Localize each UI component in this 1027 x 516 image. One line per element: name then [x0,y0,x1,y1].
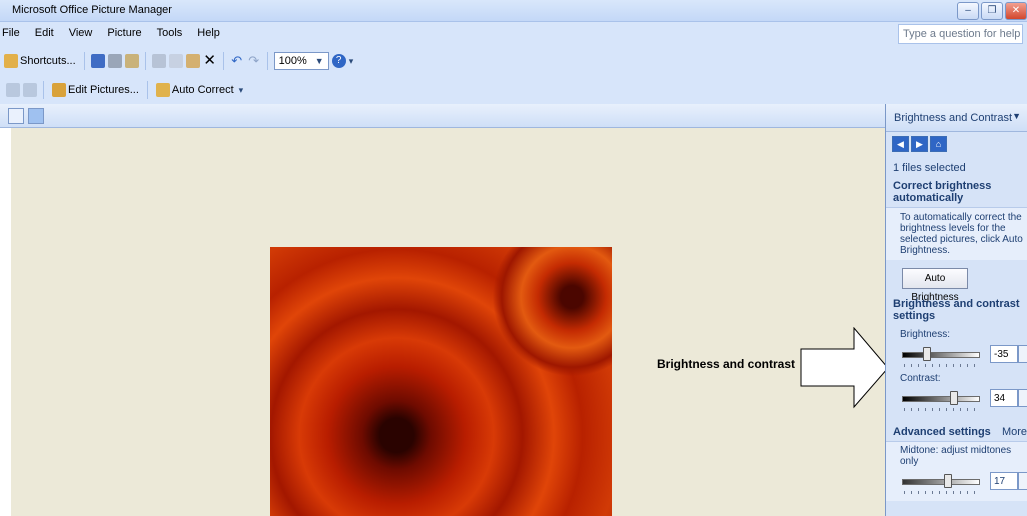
email-icon[interactable] [124,54,139,68]
flower-photo[interactable] [270,247,612,516]
menu-bar: File Edit View Picture Tools Help Type a… [0,22,1027,46]
menu-view[interactable]: View [61,27,100,39]
chevron-down-icon[interactable]: ▼ [1012,111,1021,121]
midtone-spinner[interactable] [1018,472,1027,490]
toolbar-separator [43,81,44,99]
single-picture-view-icon[interactable] [28,107,44,124]
zoom-value: 100% [278,55,307,67]
midtone-box: Midtone: adjust midtones only 17 [886,441,1027,501]
settings-heading: Brightness and contrast settings [893,298,1020,322]
window-controls: – ❐ ✕ [957,2,1027,20]
brightness-value[interactable]: -35 [990,345,1018,363]
midtone-slider-thumb[interactable] [943,474,952,488]
brightness-slider-row: -35 [886,340,1027,374]
annotation-arrow [800,327,889,409]
cut-icon[interactable] [151,54,166,68]
home-icon[interactable]: ⌂ [930,136,947,152]
auto-brightness-button[interactable]: Auto Brightness [902,268,968,303]
toolbar-separator [222,52,224,70]
brightness-track[interactable] [902,352,980,358]
auto-correct-button[interactable]: Auto Correct [154,80,236,100]
toolbar-separator [146,81,148,99]
chevron-down-icon: ▼ [314,56,324,66]
save-icon[interactable] [90,54,105,68]
print-icon[interactable] [107,54,122,68]
toolbar-options-icon[interactable]: ▾ [349,56,354,67]
picture-toolbar: Edit Pictures... Auto Correct ▾ [0,76,1027,104]
toolbar-separator [266,52,268,70]
zoom-select[interactable]: 100% ▼ [273,52,329,70]
contrast-value[interactable]: 34 [990,389,1018,407]
view-bar [0,104,885,128]
brightness-label: Brightness: [900,329,951,340]
menu-help[interactable]: Help [189,27,227,39]
menu-edit[interactable]: Edit [27,27,61,39]
brightness-slider-thumb[interactable] [923,347,932,361]
copy-icon[interactable] [168,54,183,68]
auto-correct-label: Auto Correct [171,84,234,96]
contrast-track[interactable] [902,396,980,402]
contrast-spinner[interactable] [1018,389,1027,407]
picture-workspace [11,128,885,516]
restore-button[interactable]: ❐ [981,2,1003,20]
close-button[interactable]: ✕ [1005,2,1027,20]
midtone-label: Midtone: adjust midtones only [900,445,1012,467]
left-edge [0,104,11,516]
brightness-spinner[interactable] [1018,345,1027,363]
undo-icon[interactable]: ↶ [230,54,244,68]
midtone-track[interactable] [902,479,980,485]
contrast-slider-thumb[interactable] [950,391,959,405]
correct-description: To automatically correct the brightness … [900,212,1023,256]
edit-pictures-label: Edit Pictures... [68,84,139,96]
midtone-slider-row: 17 [886,467,1027,501]
contrast-ticks [904,408,978,411]
more-link[interactable]: More [1002,426,1027,438]
files-selected: 1 files selected [893,162,966,174]
thumbnail-view-icon[interactable] [8,107,24,124]
toolbar-options-icon[interactable]: ▾ [239,85,244,96]
forward-icon[interactable]: ▶ [911,136,928,152]
contrast-slider-row: 34 [886,384,1027,418]
window-title: Microsoft Office Picture Manager [12,4,172,16]
annotation-label: Brightness and contrast [657,357,796,371]
contrast-label: Contrast: [900,373,941,384]
minimize-button[interactable]: – [957,2,979,20]
back-icon[interactable]: ◀ [892,136,909,152]
advanced-heading: Advanced settings [893,426,991,438]
task-pane-nav: ◀ ▶ ⌂ [886,132,1027,156]
midtone-value[interactable]: 17 [990,472,1018,490]
delete-icon[interactable]: ✕ [203,53,217,68]
correct-heading: Correct brightness automatically [893,180,992,204]
auto-correct-icon [155,83,170,97]
midtone-ticks [904,491,978,494]
edit-pictures-button[interactable]: Edit Pictures... [50,80,141,100]
title-bar: Microsoft Office Picture Manager – ❐ ✕ [0,0,1027,22]
rotate-right-icon[interactable] [23,83,37,97]
standard-toolbar: Shortcuts... ✕ ↶ ↷ 100% ▼ ? ▾ [0,46,1027,76]
correct-description-box: To automatically correct the brightness … [886,207,1027,260]
shortcuts-icon [4,54,18,68]
paste-icon[interactable] [185,54,200,68]
task-pane: Brightness and Contrast ▼ ◀ ▶ ⌂ 1 files … [885,104,1027,516]
help-search-input[interactable]: Type a question for help [898,24,1023,44]
task-pane-title: Brightness and Contrast [894,111,1013,124]
brightness-ticks [904,364,978,367]
menu-tools[interactable]: Tools [149,27,190,39]
edit-pictures-icon [52,83,66,97]
toolbar-separator [144,52,146,70]
help-icon[interactable]: ? [331,54,346,68]
task-pane-header[interactable]: Brightness and Contrast ▼ [886,104,1027,132]
menu-picture[interactable]: Picture [99,27,148,39]
shortcuts-button[interactable]: Shortcuts... [2,51,78,71]
shortcuts-label: Shortcuts... [20,55,76,67]
advanced-settings-row: Advanced settings More [886,426,1027,438]
rotate-left-icon[interactable] [6,83,20,97]
redo-icon[interactable]: ↷ [247,54,261,68]
toolbar-separator [83,52,85,70]
menu-file[interactable]: File [0,27,27,39]
